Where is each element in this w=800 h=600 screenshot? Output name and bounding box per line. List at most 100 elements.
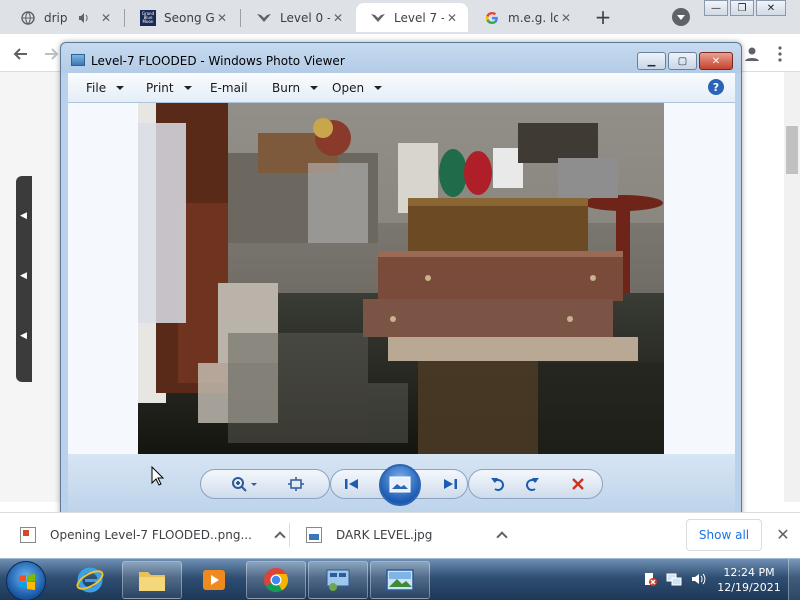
clock-time: 12:24 PM xyxy=(723,566,775,579)
show-all-button[interactable]: Show all xyxy=(686,519,762,551)
arrow-left-icon[interactable]: ◀ xyxy=(20,332,28,341)
download-item[interactable]: DARK LEVEL.jpg xyxy=(306,513,509,557)
rotate-counterclockwise-button[interactable] xyxy=(486,473,510,495)
google-icon xyxy=(484,10,500,26)
menu-email[interactable]: E-mail xyxy=(210,81,248,95)
taskbar-clock[interactable]: 12:24 PM 12/19/2021 xyxy=(716,565,782,595)
close-icon[interactable]: ✕ xyxy=(98,10,114,26)
start-button[interactable] xyxy=(6,561,46,600)
taskbar-chrome[interactable] xyxy=(246,561,306,599)
download-item[interactable]: Opening Level-7 FLOODED..png... xyxy=(20,513,286,557)
photo-viewer-titlebar[interactable]: Level-7 FLOODED - Windows Photo Viewer ▁… xyxy=(61,43,741,73)
arrow-left-icon[interactable]: ◀ xyxy=(20,272,28,281)
restore-button[interactable]: ❐ xyxy=(730,0,754,16)
tab-title: m.e.g. log xyxy=(508,10,558,25)
slideshow-icon xyxy=(389,476,411,493)
kebab-menu-icon xyxy=(778,46,782,62)
menu-file[interactable]: File xyxy=(86,81,125,95)
menu-button[interactable] xyxy=(768,42,792,66)
menu-print[interactable]: Print xyxy=(146,81,192,95)
previous-button[interactable] xyxy=(340,473,364,495)
new-tab-button[interactable]: + xyxy=(592,5,614,29)
media-player-icon xyxy=(203,570,225,590)
globe-icon xyxy=(20,10,36,26)
dropdown-caret-icon xyxy=(310,86,319,90)
close-icon[interactable]: ✕ xyxy=(774,525,792,544)
menu-burn[interactable]: Burn xyxy=(272,81,319,95)
close-icon[interactable]: ✕ xyxy=(444,10,460,26)
tab-title: Level 0 - xyxy=(280,10,330,25)
arrow-right-icon xyxy=(45,48,59,60)
action-center-icon[interactable] xyxy=(642,571,658,587)
menu-open[interactable]: Open xyxy=(332,81,383,95)
taskbar-file-explorer[interactable] xyxy=(122,561,182,599)
help-icon[interactable]: ? xyxy=(708,79,724,95)
profile-button[interactable] xyxy=(740,42,764,66)
taskbar-internet-explorer[interactable] xyxy=(60,561,120,599)
photo-viewer-icon xyxy=(386,569,414,591)
photo-viewer-window: Level-7 FLOODED - Windows Photo Viewer ▁… xyxy=(60,42,742,518)
close-icon[interactable]: ✕ xyxy=(214,10,230,26)
photo-viewer-controls xyxy=(68,454,735,516)
browser-tab-strip: drip ✕ Grand Blue Moon Seong Gi ✕ Level … xyxy=(0,0,800,34)
chrome-icon xyxy=(264,568,289,593)
tab-level-0[interactable]: Level 0 - ✕ xyxy=(242,3,354,32)
zoom-button[interactable] xyxy=(228,473,260,495)
mouse-cursor-icon xyxy=(151,466,165,486)
close-window-button[interactable]: ✕ xyxy=(756,0,786,16)
arrow-left-icon xyxy=(13,48,27,60)
windows-logo-icon xyxy=(19,574,35,590)
image-file-icon xyxy=(306,527,322,543)
volume-icon[interactable] xyxy=(690,571,706,587)
arrow-left-icon[interactable]: ◀ xyxy=(20,212,28,221)
tab-title: Level 7 - xyxy=(394,10,444,25)
chevron-up-icon[interactable] xyxy=(274,531,286,543)
tab-seong-gi[interactable]: Grand Blue Moon Seong Gi ✕ xyxy=(126,3,238,32)
side-panel-tab: ◀ ◀ ◀ xyxy=(16,176,32,382)
next-button[interactable] xyxy=(438,473,462,495)
tab-meg-log[interactable]: m.e.g. log ✕ xyxy=(470,3,582,32)
image-display-area[interactable] xyxy=(68,103,735,454)
divider xyxy=(289,523,290,547)
wings-icon xyxy=(370,10,386,26)
delete-button[interactable] xyxy=(566,473,590,495)
taskbar-photo-viewer[interactable] xyxy=(370,561,430,599)
maximize-button[interactable]: ▢ xyxy=(668,52,697,70)
download-filename: Opening Level-7 FLOODED..png... xyxy=(50,528,252,542)
scrollbar-thumb[interactable] xyxy=(786,126,798,174)
tab-title: Seong Gi xyxy=(164,10,214,25)
tab-drip[interactable]: drip ✕ xyxy=(6,3,122,32)
control-panel-icon xyxy=(326,569,350,591)
site-favicon-icon: Grand Blue Moon xyxy=(140,9,156,26)
photo-viewer-menubar: File Print E-mail Burn Open ? xyxy=(68,73,735,103)
window-title: Level-7 FLOODED - Windows Photo Viewer xyxy=(91,54,345,68)
rotate-right-icon xyxy=(526,478,539,491)
tab-title: drip xyxy=(44,10,68,25)
speaker-icon[interactable] xyxy=(76,10,92,26)
minimize-button[interactable]: ▁ xyxy=(637,52,666,70)
folder-icon xyxy=(139,572,165,591)
close-icon[interactable]: ✕ xyxy=(558,10,574,26)
chevron-up-icon[interactable] xyxy=(496,531,509,543)
tab-search-button[interactable] xyxy=(672,8,690,26)
taskbar-media-player[interactable] xyxy=(184,561,244,599)
skip-previous-icon xyxy=(345,479,358,489)
minimize-button[interactable]: — xyxy=(704,0,728,16)
tab-level-7[interactable]: Level 7 - ✕ xyxy=(356,3,468,32)
slideshow-button[interactable] xyxy=(379,464,421,506)
dropdown-caret-icon xyxy=(183,86,192,90)
back-button[interactable] xyxy=(8,42,32,66)
photo-viewer-app-icon xyxy=(71,54,85,66)
close-button[interactable]: ✕ xyxy=(699,52,733,70)
show-desktop-button[interactable] xyxy=(788,559,800,600)
wings-icon xyxy=(256,10,272,26)
controls-left-group xyxy=(200,469,330,499)
delete-x-icon xyxy=(572,478,584,490)
network-icon[interactable] xyxy=(666,571,682,587)
rotate-clockwise-button[interactable] xyxy=(520,473,544,495)
windows-taskbar: 12:24 PM 12/19/2021 xyxy=(0,558,800,600)
actual-size-button[interactable] xyxy=(284,473,308,495)
image-file-icon xyxy=(20,527,36,543)
taskbar-control-panel[interactable] xyxy=(308,561,368,599)
close-icon[interactable]: ✕ xyxy=(330,10,346,26)
